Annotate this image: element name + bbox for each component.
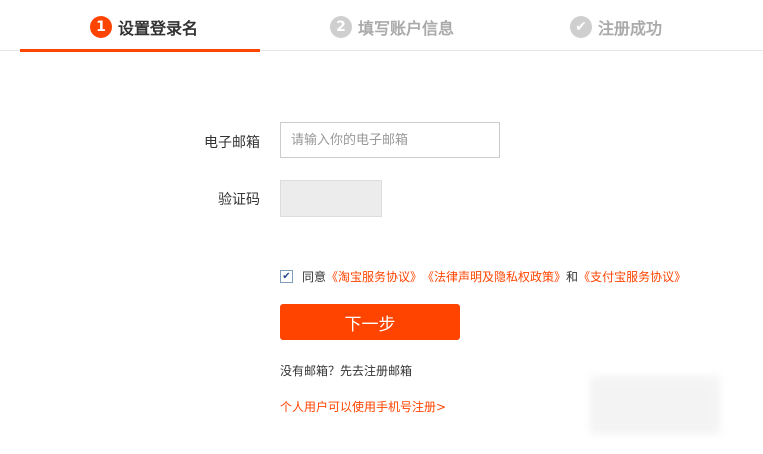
agreement-conjunction: 和 — [566, 270, 579, 284]
step-number-1: 1 — [90, 16, 112, 38]
email-input[interactable] — [280, 122, 500, 158]
step-set-login-name: 1 设置登录名 — [90, 15, 198, 39]
step-register-success: ✔ 注册成功 — [570, 15, 662, 39]
register-page: 1 设置登录名 2 填写账户信息 ✔ 注册成功 电子邮箱 验证码 ✔ 同意 《淘… — [0, 0, 763, 454]
verification-code-label: 验证码 — [218, 192, 260, 208]
phone-register-link[interactable]: 个人用户可以使用手机号注册> — [280, 398, 446, 415]
blurred-watermark — [590, 376, 720, 434]
taobao-service-agreement-link[interactable]: 《淘宝服务协议》 — [326, 268, 422, 285]
checkmark-icon: ✔ — [282, 270, 291, 282]
step-fill-account-info: 2 填写账户信息 — [330, 15, 454, 39]
agreement-checkbox[interactable]: ✔ — [280, 270, 293, 283]
registration-stepper: 1 设置登录名 2 填写账户信息 ✔ 注册成功 — [0, 0, 763, 52]
checkmark-icon: ✔ — [570, 16, 592, 38]
step-label-2: 填写账户信息 — [358, 19, 455, 38]
agreement-prefix: 同意 — [302, 270, 327, 284]
step-label-3: 注册成功 — [598, 19, 663, 38]
alipay-service-agreement-link[interactable]: 《支付宝服务协议》 — [578, 268, 686, 285]
active-step-indicator — [20, 49, 260, 52]
verification-code-input[interactable] — [280, 180, 382, 217]
next-step-button[interactable]: 下一步 — [280, 304, 460, 340]
email-label: 电子邮箱 — [204, 135, 260, 151]
step-label-1: 设置登录名 — [118, 19, 199, 38]
step-number-2: 2 — [330, 16, 352, 38]
legal-privacy-policy-link[interactable]: 《法律声明及隐私权政策》 — [422, 268, 566, 285]
no-email-link[interactable]: 没有邮箱？先去注册邮箱 — [280, 362, 412, 379]
agreement-row: ✔ 同意 《淘宝服务协议》 《法律声明及隐私权政策》 和 《支付宝服务协议》 — [280, 268, 686, 285]
